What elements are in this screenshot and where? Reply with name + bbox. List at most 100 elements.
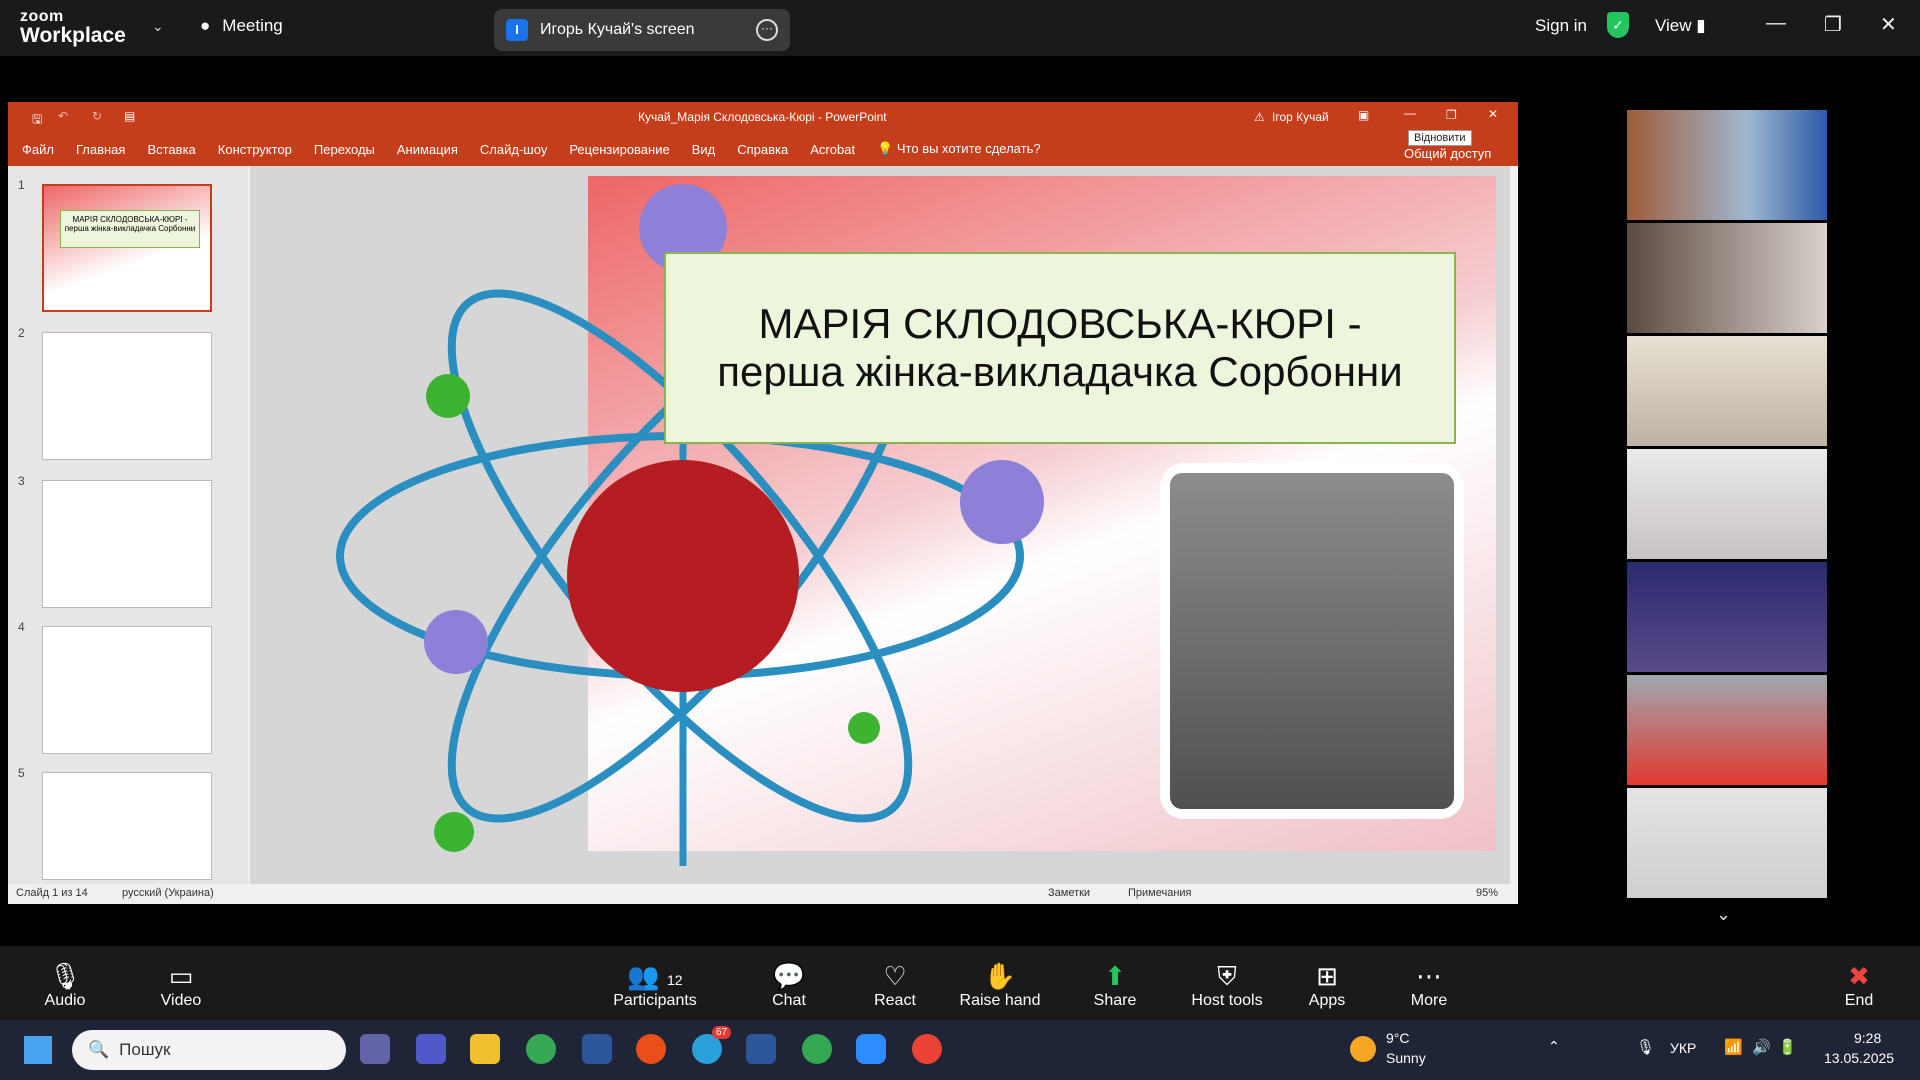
- raise-hand-label: Raise hand: [959, 992, 1041, 1009]
- ppt-titlebar: 🖫 ↶ ↻ ▤ Кучай_Марія Склодовська-Кюрі - P…: [8, 102, 1518, 132]
- view-button[interactable]: View ▮: [1655, 16, 1706, 36]
- apps-button[interactable]: ⊞ Apps: [1272, 960, 1382, 1010]
- save-app-icon[interactable]: [582, 1034, 612, 1064]
- zoom-app-icon[interactable]: [856, 1034, 886, 1064]
- ppt-document-title: Кучай_Марія Склодовська-Кюрі - PowerPoin…: [638, 110, 887, 124]
- windows-start-icon[interactable]: [24, 1036, 52, 1064]
- tray-chevron-up-icon[interactable]: ⌃: [1548, 1038, 1560, 1055]
- tab-animations[interactable]: Анимация: [397, 142, 458, 157]
- host-tools-button[interactable]: ⛨ Host tools: [1172, 960, 1282, 1010]
- view-label: View: [1655, 16, 1692, 35]
- clock-date[interactable]: 13.05.2025: [1824, 1050, 1894, 1066]
- zoom-clips-icon[interactable]: [360, 1034, 390, 1064]
- slide-thumb-5[interactable]: [42, 772, 212, 880]
- share-screen-button[interactable]: ⬆ Share: [1060, 960, 1170, 1010]
- telegram-badge: 67: [712, 1026, 732, 1039]
- participant-video-tile[interactable]: [1627, 449, 1827, 559]
- shield-icon[interactable]: ✓: [1607, 12, 1629, 38]
- shield-icon: ⛨: [1217, 961, 1237, 991]
- tab-transitions[interactable]: Переходы: [314, 142, 375, 157]
- tab-slideshow[interactable]: Слайд-шоу: [480, 142, 547, 157]
- close-icon[interactable]: ✕: [1880, 12, 1897, 37]
- tab-view[interactable]: Вид: [692, 142, 716, 157]
- save-icon[interactable]: 🖫: [32, 110, 42, 131]
- end-meeting-button[interactable]: ✖ End: [1804, 960, 1914, 1010]
- chrome-icon[interactable]: [526, 1034, 556, 1064]
- participant-video-tile[interactable]: [1627, 223, 1827, 333]
- ribbon-display-icon[interactable]: ▣: [1358, 108, 1369, 122]
- video-button[interactable]: ▭ Video: [126, 960, 236, 1010]
- ppt-minimize-icon[interactable]: —: [1404, 106, 1416, 120]
- wifi-icon[interactable]: 📶: [1724, 1038, 1743, 1056]
- comments-button[interactable]: Примечания: [1128, 887, 1192, 899]
- participants-button[interactable]: 👥 12 Participants: [595, 960, 715, 1010]
- sign-in-button[interactable]: Sign in: [1535, 16, 1587, 36]
- share-label: Share: [1093, 992, 1137, 1009]
- microphone-icon[interactable]: 🎙: [1636, 1038, 1655, 1056]
- notes-button[interactable]: Заметки: [1048, 887, 1090, 899]
- raise-hand-button[interactable]: ✋ Raise hand: [944, 960, 1056, 1010]
- wps-office-icon[interactable]: [636, 1034, 666, 1064]
- chevron-down-icon[interactable]: ⌄: [152, 18, 164, 35]
- react-label: React: [874, 992, 916, 1009]
- react-button[interactable]: ♡ React: [840, 960, 950, 1010]
- taskbar-search[interactable]: 🔍 Пошук: [72, 1030, 346, 1070]
- language-indicator[interactable]: русский (Украина): [122, 887, 214, 899]
- redo-icon[interactable]: ↻: [92, 109, 102, 123]
- ppt-status-bar: Слайд 1 из 14 русский (Украина) Заметки …: [8, 884, 1518, 904]
- minimize-icon[interactable]: —: [1766, 12, 1786, 35]
- chrome-alt-icon[interactable]: [912, 1034, 942, 1064]
- slide-thumb-4[interactable]: [42, 626, 212, 754]
- ppt-ribbon-tabs: Файл Главная Вставка Конструктор Переход…: [8, 130, 1518, 166]
- shared-screen-pill[interactable]: I Игорь Кучай's screen ···: [494, 9, 790, 51]
- share-button[interactable]: Общий доступ: [1404, 146, 1491, 161]
- ppt-close-icon[interactable]: ✕: [1488, 107, 1498, 121]
- tab-design[interactable]: Конструктор: [218, 142, 292, 157]
- audio-button[interactable]: 🎙 Audio: [10, 960, 120, 1010]
- battery-icon[interactable]: 🔋: [1778, 1038, 1797, 1056]
- tab-file[interactable]: Файл: [22, 142, 54, 157]
- participant-video-tile[interactable]: [1627, 562, 1827, 672]
- tab-home[interactable]: Главная: [76, 142, 125, 157]
- slide-number: 4: [18, 620, 25, 634]
- slide-thumb-2[interactable]: [42, 332, 212, 460]
- tell-me-search[interactable]: 💡 Что вы хотите сделать?: [877, 141, 1063, 157]
- camera-icon: ▭: [168, 961, 194, 991]
- participant-video-tile[interactable]: [1627, 675, 1827, 785]
- mic-muted-icon: 🎙: [48, 961, 82, 991]
- more-icon[interactable]: ···: [756, 19, 778, 41]
- slide-thumb-3[interactable]: [42, 480, 212, 608]
- tell-me-label: Что вы хотите сделать?: [896, 141, 1041, 156]
- maximize-icon[interactable]: ❐: [1824, 12, 1842, 37]
- tab-review[interactable]: Рецензирование: [569, 142, 669, 157]
- chrome-profile-icon[interactable]: [802, 1034, 832, 1064]
- zoom-level[interactable]: 95%: [1476, 887, 1498, 899]
- tab-help[interactable]: Справка: [737, 142, 788, 157]
- participants-icon: 👥 12: [627, 961, 683, 991]
- tab-acrobat[interactable]: Acrobat: [810, 142, 855, 157]
- meeting-info[interactable]: ● Meeting: [200, 16, 283, 36]
- language-indicator[interactable]: УКР: [1670, 1040, 1696, 1056]
- sharer-avatar: I: [506, 19, 528, 41]
- present-icon[interactable]: ▤: [124, 109, 135, 123]
- undo-icon[interactable]: ↶: [58, 109, 68, 123]
- chat-button[interactable]: 💬 Chat: [734, 960, 844, 1010]
- gallery-down-chevron-icon[interactable]: ⌄: [1716, 904, 1731, 925]
- clock-time[interactable]: 9:28: [1854, 1030, 1881, 1046]
- participant-video-tile[interactable]: [1627, 788, 1827, 898]
- marie-curie-photo[interactable]: [1160, 463, 1464, 819]
- more-button[interactable]: ⋯ More: [1374, 960, 1484, 1010]
- word-icon[interactable]: [746, 1034, 776, 1064]
- volume-icon[interactable]: 🔊: [1752, 1038, 1771, 1056]
- more-label: More: [1410, 992, 1448, 1009]
- tab-insert[interactable]: Вставка: [147, 142, 195, 157]
- ppt-maximize-icon[interactable]: ❐: [1446, 108, 1457, 122]
- file-explorer-icon[interactable]: [470, 1034, 500, 1064]
- participant-video-tile[interactable]: [1627, 336, 1827, 446]
- chat-label: Chat: [772, 992, 806, 1009]
- slide-thumb-1[interactable]: МАРІЯ СКЛОДОВСЬКА-КЮРІ - перша жінка-вик…: [42, 184, 212, 312]
- participant-video-tile[interactable]: [1627, 110, 1827, 220]
- teams-icon[interactable]: [416, 1034, 446, 1064]
- ppt-user-name[interactable]: Ігор Кучай: [1272, 110, 1329, 124]
- slide-title-box[interactable]: МАРІЯ СКЛОДОВСЬКА-КЮРІ - перша жінка-вик…: [664, 252, 1456, 444]
